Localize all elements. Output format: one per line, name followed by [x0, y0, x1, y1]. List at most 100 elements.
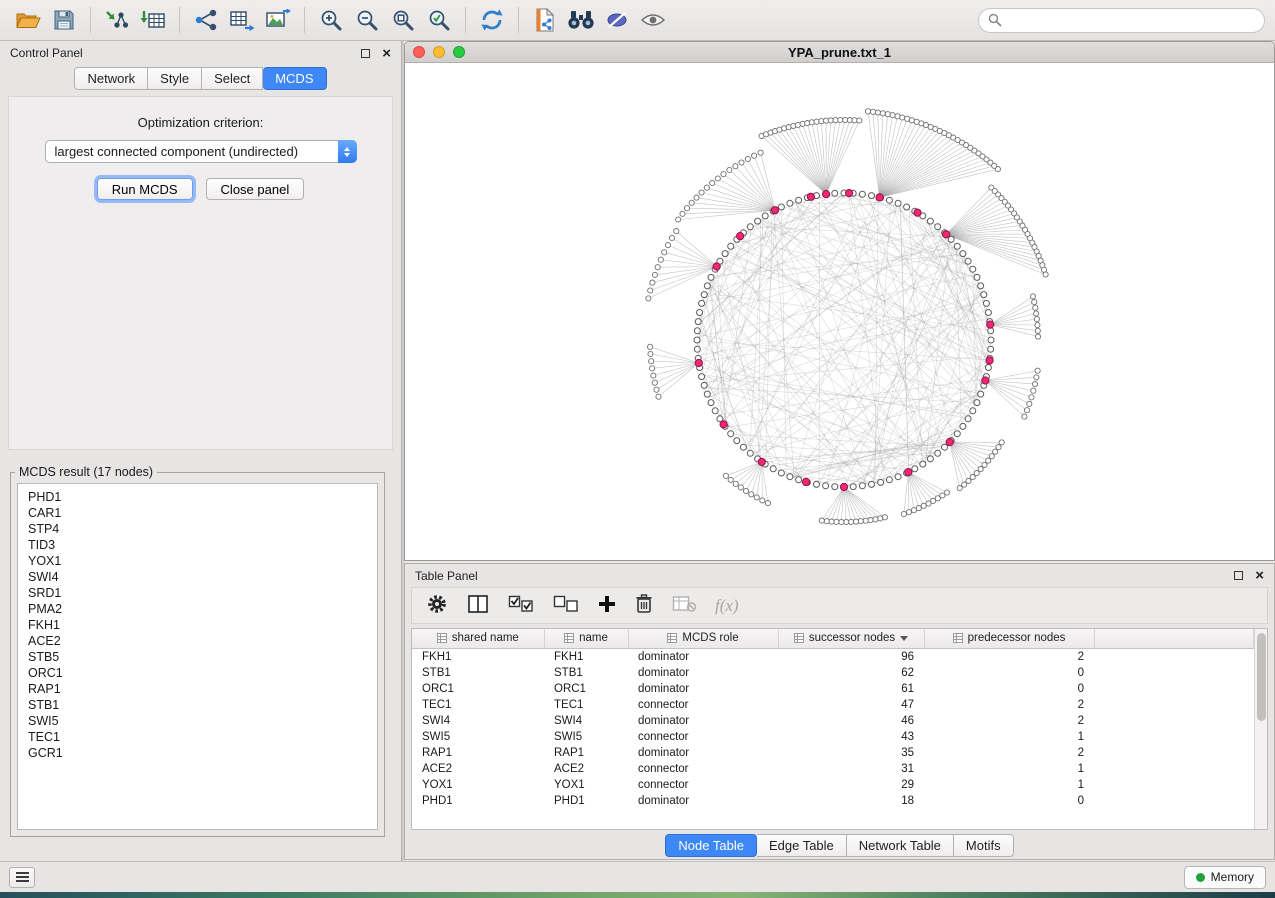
- table-scrollbar-thumb[interactable]: [1257, 633, 1266, 721]
- maximize-window-button[interactable]: [453, 46, 465, 58]
- tab-select[interactable]: Select: [202, 67, 263, 90]
- table-cell[interactable]: RAP1: [544, 745, 628, 761]
- delete-column-button[interactable]: [635, 594, 653, 617]
- mcds-result-item[interactable]: GCR1: [28, 745, 367, 761]
- table-scrollbar[interactable]: [1254, 629, 1267, 829]
- table-cell[interactable]: 43: [778, 729, 924, 745]
- table-cell[interactable]: 0: [924, 665, 1094, 681]
- table-cell[interactable]: dominator: [628, 648, 778, 665]
- table-cell[interactable]: connector: [628, 697, 778, 713]
- import-table-button[interactable]: [135, 4, 171, 36]
- tab-mcds[interactable]: MCDS: [263, 67, 326, 90]
- table-cell[interactable]: dominator: [628, 713, 778, 729]
- minimize-window-button[interactable]: [433, 46, 445, 58]
- table-cell[interactable]: 31: [778, 761, 924, 777]
- search-input[interactable]: [1008, 13, 1255, 28]
- table-cell[interactable]: RAP1: [412, 745, 544, 761]
- mcds-result-item[interactable]: SRD1: [28, 585, 367, 601]
- table-cell[interactable]: YOX1: [544, 777, 628, 793]
- table-cell[interactable]: ACE2: [412, 761, 544, 777]
- tab-network[interactable]: Network: [74, 67, 148, 90]
- table-cell[interactable]: 1: [924, 777, 1094, 793]
- tab-style[interactable]: Style: [148, 67, 202, 90]
- zoom-fit-button[interactable]: [385, 4, 421, 36]
- zoom-selected-button[interactable]: [421, 4, 457, 36]
- open-session-button[interactable]: [10, 4, 46, 36]
- table-settings-button[interactable]: [426, 593, 448, 618]
- table-cell[interactable]: 0: [924, 681, 1094, 697]
- table-cell[interactable]: 61: [778, 681, 924, 697]
- table-cell[interactable]: connector: [628, 761, 778, 777]
- tab-motifs[interactable]: Motifs: [954, 834, 1014, 857]
- mcds-result-item[interactable]: ACE2: [28, 633, 367, 649]
- table-cell[interactable]: ORC1: [412, 681, 544, 697]
- table-cell[interactable]: TEC1: [544, 697, 628, 713]
- table-cell[interactable]: dominator: [628, 793, 778, 809]
- mcds-result-item[interactable]: TID3: [28, 537, 367, 553]
- tab-node-table[interactable]: Node Table: [665, 834, 757, 857]
- table-cell[interactable]: dominator: [628, 665, 778, 681]
- table-cell[interactable]: 1: [924, 761, 1094, 777]
- table-cell[interactable]: connector: [628, 777, 778, 793]
- status-menu-button[interactable]: [9, 867, 35, 888]
- close-table-panel-icon[interactable]: ×: [1255, 568, 1264, 583]
- table-cell[interactable]: 2: [924, 648, 1094, 665]
- mcds-result-item[interactable]: SWI4: [28, 569, 367, 585]
- table-cell[interactable]: 47: [778, 697, 924, 713]
- table-row[interactable]: ORC1ORC1dominator610: [412, 681, 1254, 697]
- table-cell[interactable]: 2: [924, 745, 1094, 761]
- table-cell[interactable]: 0: [924, 793, 1094, 809]
- table-cell[interactable]: SWI5: [412, 729, 544, 745]
- mcds-result-item[interactable]: PMA2: [28, 601, 367, 617]
- table-row[interactable]: ACE2ACE2connector311: [412, 761, 1254, 777]
- export-image-button[interactable]: [260, 4, 296, 36]
- close-panel-button[interactable]: Close panel: [206, 178, 305, 200]
- table-cell[interactable]: 18: [778, 793, 924, 809]
- table-cell[interactable]: PHD1: [544, 793, 628, 809]
- table-cell[interactable]: SWI5: [544, 729, 628, 745]
- column-header-shared-name[interactable]: shared name: [412, 629, 544, 648]
- share-document-button[interactable]: [527, 4, 563, 36]
- mcds-result-item[interactable]: FKH1: [28, 617, 367, 633]
- tab-network-table[interactable]: Network Table: [847, 834, 954, 857]
- mcds-result-item[interactable]: SWI5: [28, 713, 367, 729]
- table-row[interactable]: TEC1TEC1connector472: [412, 697, 1254, 713]
- table-cell[interactable]: FKH1: [412, 648, 544, 665]
- float-table-panel-icon[interactable]: [1234, 571, 1243, 580]
- table-cell[interactable]: TEC1: [412, 697, 544, 713]
- network-canvas[interactable]: [405, 63, 1274, 561]
- float-panel-icon[interactable]: [361, 49, 370, 58]
- column-header-predecessor-nodes[interactable]: predecessor nodes: [924, 629, 1094, 648]
- table-row[interactable]: YOX1YOX1connector291: [412, 777, 1254, 793]
- mcds-result-item[interactable]: STP4: [28, 521, 367, 537]
- deselect-all-button[interactable]: [553, 595, 579, 616]
- optimization-criterion-select[interactable]: largest connected component (undirected): [45, 140, 357, 163]
- table-cell[interactable]: 35: [778, 745, 924, 761]
- mcds-result-item[interactable]: CAR1: [28, 505, 367, 521]
- table-cell[interactable]: 2: [924, 713, 1094, 729]
- mcds-result-item[interactable]: PHD1: [28, 489, 367, 505]
- column-header-successor-nodes[interactable]: successor nodes: [778, 629, 924, 648]
- table-cell[interactable]: STB1: [412, 665, 544, 681]
- show-columns-button[interactable]: [467, 594, 489, 617]
- select-all-button[interactable]: [508, 595, 534, 616]
- table-row[interactable]: PHD1PHD1dominator180: [412, 793, 1254, 809]
- new-network-button[interactable]: [188, 4, 224, 36]
- close-panel-icon[interactable]: ×: [382, 46, 391, 61]
- memory-button[interactable]: Memory: [1184, 866, 1266, 889]
- apply-layout-button[interactable]: [474, 4, 510, 36]
- mcds-result-item[interactable]: ORC1: [28, 665, 367, 681]
- table-row[interactable]: SWI4SWI4dominator462: [412, 713, 1254, 729]
- mcds-result-item[interactable]: YOX1: [28, 553, 367, 569]
- toggle-details-button[interactable]: [599, 4, 635, 36]
- mcds-result-list[interactable]: PHD1CAR1STP4TID3YOX1SWI4SRD1PMA2FKH1ACE2…: [17, 483, 378, 830]
- table-row[interactable]: RAP1RAP1dominator352: [412, 745, 1254, 761]
- table-cell[interactable]: STB1: [544, 665, 628, 681]
- table-cell[interactable]: dominator: [628, 681, 778, 697]
- table-cell[interactable]: YOX1: [412, 777, 544, 793]
- network-titlebar[interactable]: YPA_prune.txt_1: [405, 42, 1274, 63]
- table-cell[interactable]: 46: [778, 713, 924, 729]
- add-column-button[interactable]: [598, 595, 616, 616]
- table-cell[interactable]: 1: [924, 729, 1094, 745]
- table-cell[interactable]: SWI4: [544, 713, 628, 729]
